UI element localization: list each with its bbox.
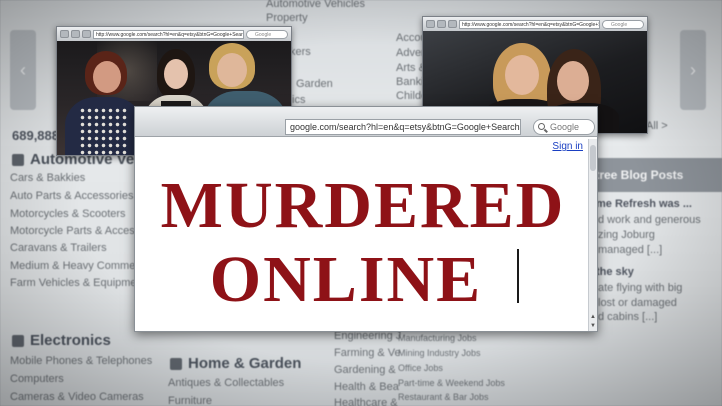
blog-line[interactable]: managed [...] [598, 244, 662, 256]
browser-toolbar: http://www.google.com/search?hl=en&q=ets… [423, 17, 647, 31]
sign-in-link[interactable]: Sign in [552, 141, 583, 152]
home-garden-heading[interactable]: Home & Garden [188, 355, 301, 372]
blog-line[interactable]: the sky [596, 266, 634, 278]
forward-button[interactable] [437, 20, 446, 28]
scroll-up-arrow[interactable]: ▲ [589, 313, 597, 321]
blog-line: lost or damaged [598, 297, 677, 309]
mid-item[interactable]: Gardening & [334, 364, 396, 376]
address-bar[interactable]: http://www.google.com/search?hl=en&q=ets… [93, 29, 244, 39]
electronics-item[interactable]: Computers [10, 373, 64, 385]
home-item[interactable]: Furniture [168, 395, 212, 406]
chevron-right-icon[interactable]: › [680, 30, 706, 110]
top-category-2[interactable]: Property [266, 12, 308, 24]
center-top-2: Garden [296, 78, 333, 90]
search-field[interactable]: Google [246, 29, 288, 39]
browser-toolbar: http://www.google.com/search?hl=en&q=ets… [57, 27, 291, 41]
main-address-bar[interactable]: google.com/search?hl=en&q=etsy&btnG=Goog… [285, 119, 521, 135]
electronics-heading[interactable]: Electronics [30, 332, 111, 349]
mid-item[interactable]: Health & Bea [334, 381, 399, 393]
jobs-item[interactable]: Part-time & Weekend Jobs [398, 378, 505, 388]
headline-line-1: MURDERED [160, 169, 566, 242]
auto-item[interactable]: Auto Parts & Accessories [10, 190, 134, 202]
all-link[interactable]: All > [646, 120, 668, 132]
car-icon [12, 154, 24, 166]
mid-item[interactable]: Farming & Ve [334, 347, 401, 359]
blog-line[interactable]: d cabins [...] [598, 311, 657, 323]
electronics-item[interactable]: Mobile Phones & Telephones [10, 355, 152, 367]
reload-button[interactable] [82, 30, 91, 38]
scroll-thumb[interactable] [590, 145, 596, 171]
jobs-item[interactable]: Restaurant & Bar Jobs [398, 392, 489, 402]
jobs-item[interactable]: Office Jobs [398, 363, 443, 373]
home-item[interactable]: Antiques & Collectables [168, 377, 284, 389]
blog-line: zing Joburg [598, 229, 655, 241]
top-category-1[interactable]: Automotive Vehicles [266, 0, 365, 10]
back-button[interactable] [60, 30, 69, 38]
forward-button[interactable] [71, 30, 80, 38]
auto-item[interactable]: Caravans & Trailers [10, 242, 107, 254]
chevron-left-icon[interactable]: ‹ [10, 30, 36, 110]
auto-item[interactable]: Cars & Bakkies [10, 172, 85, 184]
jobs-item[interactable]: Manufacturing Jobs [398, 333, 477, 343]
text-cursor [517, 249, 519, 303]
auto-item[interactable]: Motorcycles & Scooters [10, 208, 126, 220]
headline-line-2: ONLINE [209, 243, 483, 316]
search-icon [538, 123, 545, 130]
center-top-3: ics [292, 94, 306, 106]
sofa-icon [170, 358, 182, 370]
blog-line[interactable]: me Refresh was ... [596, 198, 692, 210]
main-search-placeholder: Google [550, 122, 580, 132]
main-browser-toolbar: google.com/search?hl=en&q=etsy&btnG=Goog… [135, 107, 597, 137]
auto-item[interactable]: Farm Vehicles & Equipment [10, 277, 146, 289]
back-button[interactable] [426, 20, 435, 28]
scroll-down-arrow[interactable]: ▼ [589, 322, 597, 330]
reload-button[interactable] [448, 20, 457, 28]
jobs-item[interactable]: Mining Industry Jobs [398, 348, 481, 358]
address-bar[interactable]: http://www.google.com/search?hl=en&q=ets… [459, 19, 600, 29]
tv-icon [12, 335, 24, 347]
main-browser-window: google.com/search?hl=en&q=etsy&btnG=Goog… [134, 106, 598, 332]
blog-line: d work and generous [598, 214, 701, 226]
blog-line: ate flying with big [598, 282, 683, 294]
mid-item[interactable]: Healthcare & [334, 397, 398, 406]
electronics-item[interactable]: Cameras & Video Cameras [10, 391, 144, 403]
center-top-1: kers [290, 46, 311, 58]
main-search-field[interactable]: Google [533, 119, 595, 135]
search-field[interactable]: Google [602, 19, 644, 29]
listing-counter: 689,888 [12, 128, 59, 143]
